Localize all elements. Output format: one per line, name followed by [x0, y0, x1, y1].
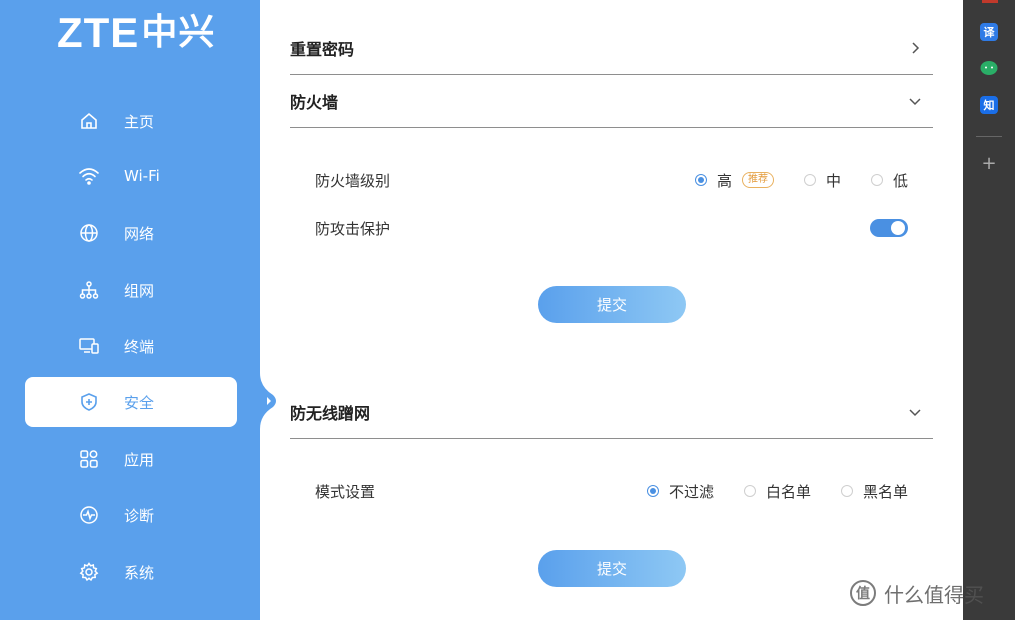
- radio-button[interactable]: [743, 485, 756, 497]
- extension-divider: [976, 136, 1002, 137]
- watermark-badge: 值: [850, 580, 876, 606]
- mesh-network-icon: [78, 279, 100, 301]
- radio-label: 中: [825, 171, 841, 190]
- extension-top-marker: [982, 0, 998, 3]
- devices-icon: [78, 335, 100, 357]
- attack-protection-toggle[interactable]: [870, 219, 908, 237]
- sidebar-item-label: 安全: [124, 393, 155, 412]
- firewall-header[interactable]: 防火墙: [290, 75, 933, 128]
- browser-extension-bar: [963, 0, 1015, 620]
- section-title: 防无线蹭网: [290, 404, 371, 423]
- firewall-level-radio-group: 高 推荐 中 低: [665, 170, 908, 191]
- sidebar-item-label: Wi-Fi: [124, 167, 160, 185]
- watermark-text: 什么值得买: [884, 582, 984, 607]
- radio-button[interactable]: [646, 485, 659, 497]
- wechat-icon[interactable]: [980, 59, 998, 77]
- attack-protection-row: 防攻击保护: [315, 216, 908, 240]
- firewall-level-row: 防火墙级别 高 推荐 中 低: [315, 168, 908, 192]
- wifi-icon: [78, 165, 100, 187]
- chevron-down-icon: [909, 409, 921, 417]
- mode-row: 模式设置 不过滤 白名单 黑名单: [315, 479, 908, 503]
- mode-no-filter[interactable]: 不过滤: [646, 481, 714, 502]
- globe-icon: [78, 222, 100, 244]
- mode-whitelist[interactable]: 白名单: [743, 481, 811, 502]
- radio-button[interactable]: [870, 174, 883, 186]
- radio-label: 高: [716, 171, 732, 190]
- sidebar-item-security[interactable]: 安全: [25, 377, 237, 427]
- attack-protection-label: 防攻击保护: [315, 219, 391, 238]
- chevron-down-icon: [909, 98, 921, 106]
- firewall-level-high[interactable]: 高 推荐: [694, 170, 774, 191]
- sidebar-item-apps[interactable]: 应用: [25, 434, 237, 484]
- radio-label: 黑名单: [862, 482, 908, 501]
- recommended-badge: 推荐: [741, 172, 774, 188]
- firewall-submit-button[interactable]: 提交: [538, 286, 686, 323]
- zhihu-icon[interactable]: 知: [980, 96, 998, 114]
- apps-icon: [78, 448, 100, 470]
- section-title: 防火墙: [290, 93, 339, 112]
- gear-icon: [78, 561, 100, 583]
- zte-logo: ZTE 中兴: [57, 10, 215, 56]
- mode-label: 模式设置: [315, 482, 376, 501]
- sidebar-item-label: 主页: [124, 112, 155, 131]
- sidebar-item-devices[interactable]: 终端: [25, 321, 237, 371]
- reset-password-header[interactable]: 重置密码: [290, 22, 933, 75]
- shield-icon: [78, 391, 100, 413]
- logo-cjk: 中兴: [141, 12, 216, 53]
- mode-blacklist[interactable]: 黑名单: [840, 481, 908, 502]
- sidebar-item-label: 网络: [124, 224, 155, 243]
- sidebar: ZTE 中兴 主页 Wi-Fi 网络 组网 终端 安全 应用 诊断 系统: [0, 0, 260, 620]
- anti-leech-submit-button[interactable]: 提交: [538, 550, 686, 587]
- main-content: 重置密码 防火墙 防火墙级别 高 推荐 中 低 防攻击保护 提交 防无线蹭网 模…: [260, 0, 963, 620]
- add-extension-button[interactable]: +: [980, 155, 998, 173]
- watermark: 值 什么值得买: [850, 578, 984, 608]
- firewall-level-label: 防火墙级别: [315, 171, 391, 190]
- translate-icon[interactable]: 译: [980, 23, 998, 41]
- chevron-right-icon: [912, 42, 920, 54]
- sidebar-item-label: 应用: [124, 450, 155, 469]
- sidebar-item-label: 终端: [124, 337, 155, 356]
- home-icon: [78, 110, 100, 132]
- radio-label: 不过滤: [668, 482, 714, 501]
- sidebar-item-label: 组网: [124, 281, 155, 300]
- sidebar-item-label: 诊断: [124, 506, 155, 525]
- sidebar-item-wifi[interactable]: Wi-Fi: [25, 151, 237, 201]
- sidebar-item-system[interactable]: 系统: [25, 547, 237, 597]
- section-title: 重置密码: [290, 40, 355, 59]
- radio-label: 低: [892, 171, 908, 190]
- radio-label: 白名单: [765, 482, 811, 501]
- firewall-level-low[interactable]: 低: [870, 170, 908, 191]
- sidebar-item-diagnose[interactable]: 诊断: [25, 490, 237, 540]
- radio-button[interactable]: [694, 174, 707, 186]
- anti-leech-header[interactable]: 防无线蹭网: [290, 386, 933, 439]
- firewall-level-medium[interactable]: 中: [803, 170, 841, 191]
- logo-latin: ZTE: [57, 9, 140, 56]
- sidebar-item-network[interactable]: 网络: [25, 208, 237, 258]
- sidebar-item-home[interactable]: 主页: [25, 96, 237, 146]
- mode-radio-group: 不过滤 白名单 黑名单: [617, 481, 908, 502]
- diagnose-icon: [78, 504, 100, 526]
- sidebar-item-mesh[interactable]: 组网: [25, 265, 237, 315]
- radio-button[interactable]: [803, 174, 816, 186]
- radio-button[interactable]: [840, 485, 853, 497]
- sidebar-item-label: 系统: [124, 563, 155, 582]
